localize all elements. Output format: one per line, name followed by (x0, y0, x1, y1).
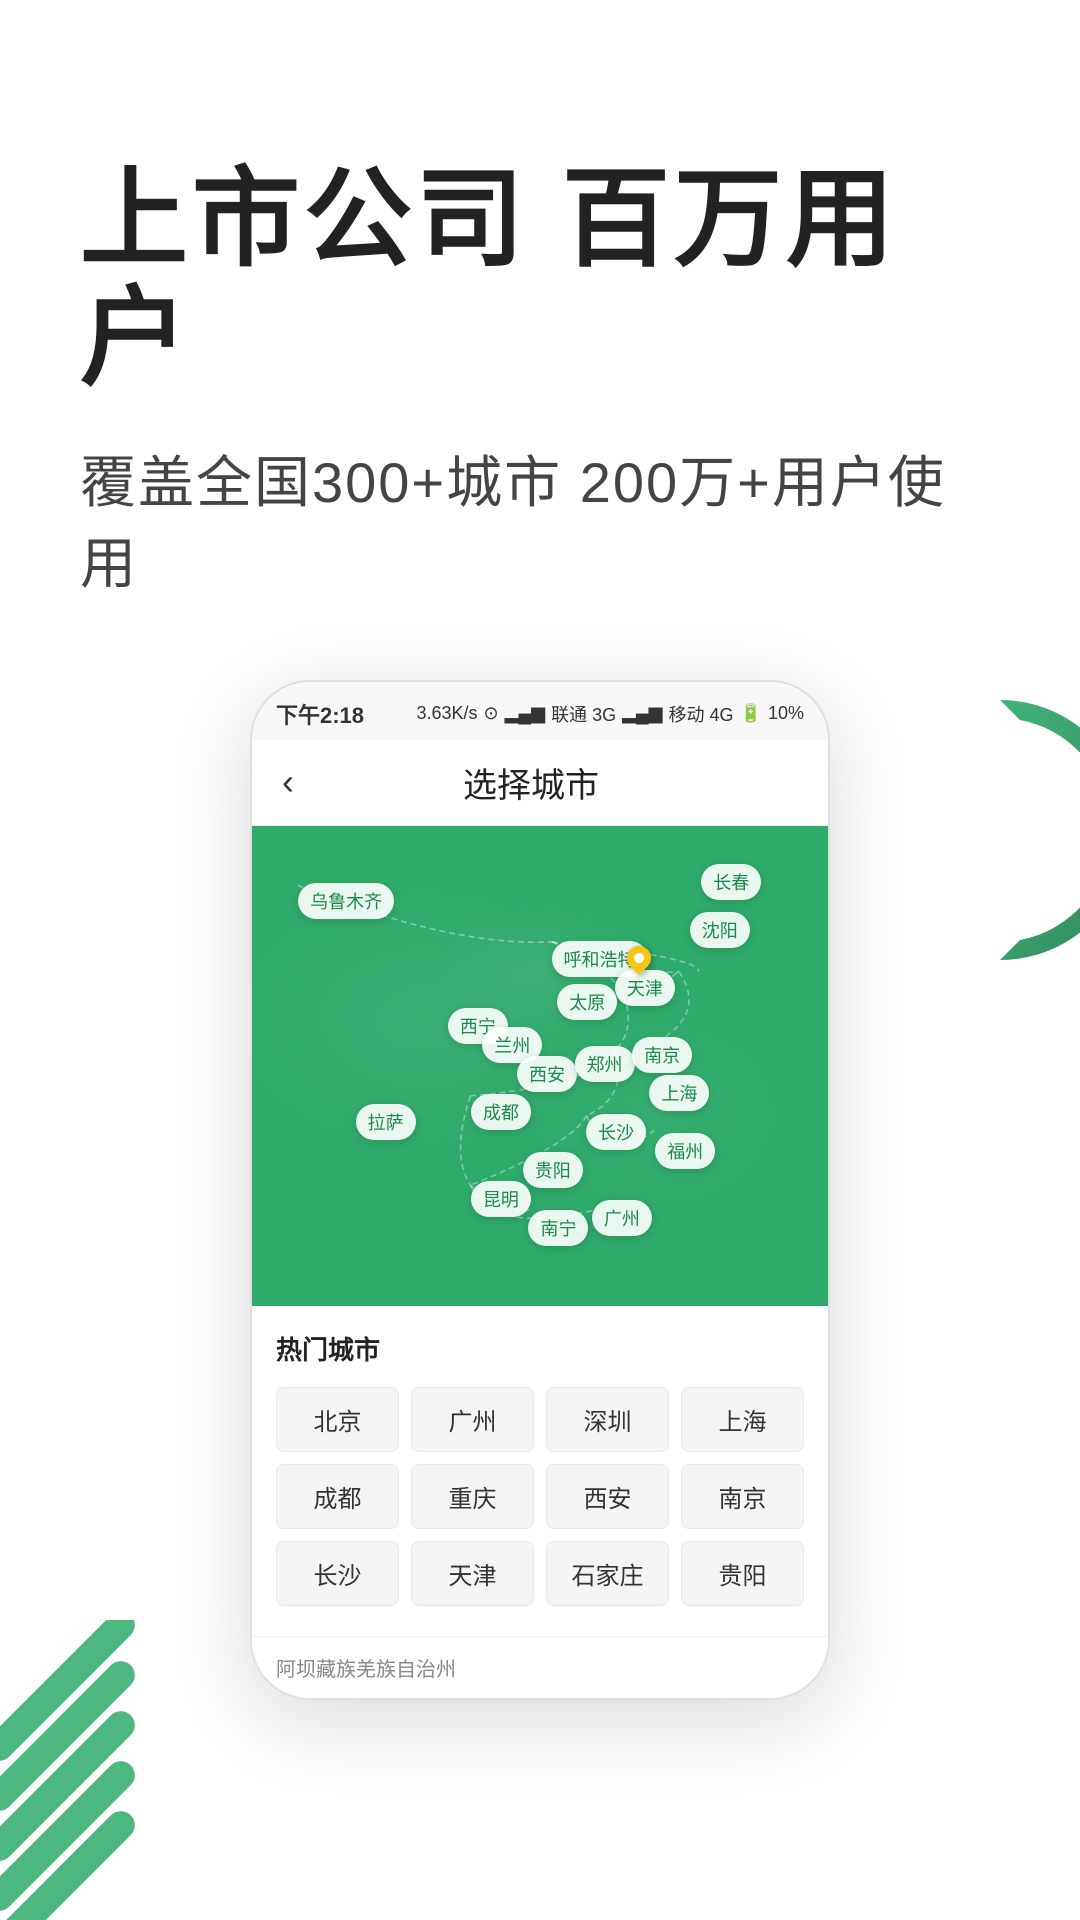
carrier2: 移动 4G (669, 701, 734, 727)
map-city-沈阳[interactable]: 沈阳 (690, 912, 750, 948)
wifi-icon: ⊙ (484, 703, 499, 724)
map-city-南京[interactable]: 南京 (632, 1037, 692, 1073)
map-city-拉萨[interactable]: 拉萨 (356, 1104, 416, 1140)
page-wrapper: 上市公司 百万用户 覆盖全国300+城市 200万+用户使用 下午2:18 3.… (0, 0, 1080, 1920)
cities-section: 热门城市 北京广州深圳上海成都重庆西安南京长沙天津石家庄贵阳 (252, 1306, 828, 1636)
signal-bars2: ▂▄▆ (622, 703, 662, 724)
hero-subtitle: 覆盖全国300+城市 200万+用户使用 (80, 438, 1000, 600)
map-city-上海[interactable]: 上海 (649, 1075, 709, 1111)
map-city-广州[interactable]: 广州 (592, 1200, 652, 1236)
city-button-天津[interactable]: 天津 (411, 1541, 534, 1606)
city-button-西安[interactable]: 西安 (546, 1464, 669, 1529)
phone-section: 下午2:18 3.63K/s ⊙ ▂▄▆ 联通 3G ▂▄▆ 移动 4G 🔋 1… (0, 660, 1080, 1700)
phone-mockup: 下午2:18 3.63K/s ⊙ ▂▄▆ 联通 3G ▂▄▆ 移动 4G 🔋 1… (250, 680, 830, 1700)
city-button-石家庄[interactable]: 石家庄 (546, 1541, 669, 1606)
popular-cities-title: 热门城市 (276, 1330, 804, 1367)
hero-title: 上市公司 百万用户 (80, 160, 1000, 398)
city-button-上海[interactable]: 上海 (681, 1387, 804, 1452)
map-city-乌鲁木齐[interactable]: 乌鲁木齐 (298, 883, 394, 919)
map-city-贵阳[interactable]: 贵阳 (523, 1152, 583, 1188)
nav-title: 选择城市 (314, 758, 748, 807)
battery-icon: 🔋 (740, 703, 762, 724)
deco-circle (940, 680, 1080, 980)
status-bar: 下午2:18 3.63K/s ⊙ ▂▄▆ 联通 3G ▂▄▆ 移动 4G 🔋 1… (252, 682, 828, 740)
city-button-重庆[interactable]: 重庆 (411, 1464, 534, 1529)
city-footer: 阿坝藏族羌族自治州 (252, 1636, 828, 1698)
map-city-福州[interactable]: 福州 (655, 1133, 715, 1169)
map-city-西安[interactable]: 西安 (517, 1056, 577, 1092)
map-city-长沙[interactable]: 长沙 (586, 1114, 646, 1150)
map-city-昆明[interactable]: 昆明 (471, 1181, 531, 1217)
map-pin-tianjin (627, 946, 651, 978)
status-time: 下午2:18 (276, 698, 364, 730)
city-button-南京[interactable]: 南京 (681, 1464, 804, 1529)
deco-stripes (0, 1620, 160, 1920)
city-button-深圳[interactable]: 深圳 (546, 1387, 669, 1452)
map-city-南宁[interactable]: 南宁 (528, 1210, 588, 1246)
map-container: 乌鲁木齐长春沈阳呼和浩特天津太原西宁兰州西安郑州南京上海成都长沙福州拉萨贵阳昆明… (252, 826, 828, 1306)
city-button-长沙[interactable]: 长沙 (276, 1541, 399, 1606)
nav-bar: ‹ 选择城市 (252, 740, 828, 826)
carrier1: 联通 3G (551, 701, 616, 727)
hero-section: 上市公司 百万用户 覆盖全国300+城市 200万+用户使用 (0, 0, 1080, 660)
city-button-北京[interactable]: 北京 (276, 1387, 399, 1452)
map-city-郑州[interactable]: 郑州 (575, 1046, 635, 1082)
signal-bars: ▂▄▆ (505, 703, 545, 724)
battery-percent: 10% (768, 703, 804, 724)
city-button-广州[interactable]: 广州 (411, 1387, 534, 1452)
map-city-成都[interactable]: 成都 (471, 1094, 531, 1130)
cities-grid: 北京广州深圳上海成都重庆西安南京长沙天津石家庄贵阳 (276, 1387, 804, 1606)
map-city-太原[interactable]: 太原 (557, 984, 617, 1020)
map-city-长春[interactable]: 长春 (701, 864, 761, 900)
network-speed: 3.63K/s (416, 703, 477, 724)
city-button-成都[interactable]: 成都 (276, 1464, 399, 1529)
back-button[interactable]: ‹ (282, 761, 294, 803)
city-button-贵阳[interactable]: 贵阳 (681, 1541, 804, 1606)
status-right: 3.63K/s ⊙ ▂▄▆ 联通 3G ▂▄▆ 移动 4G 🔋 10% (416, 701, 804, 727)
